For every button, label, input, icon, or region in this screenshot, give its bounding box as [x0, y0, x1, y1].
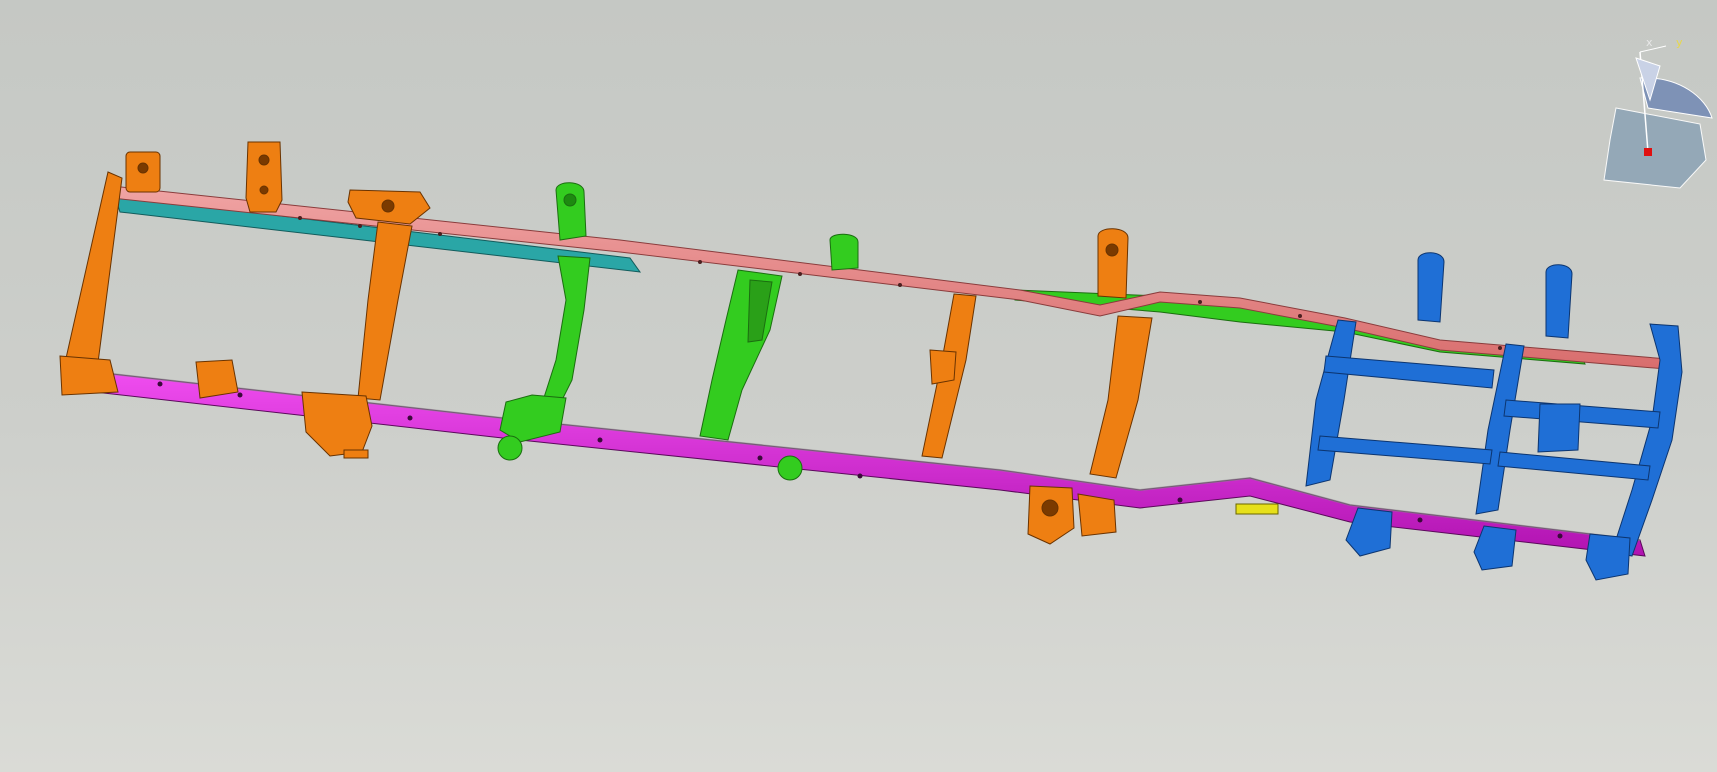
compass-origin-marker	[1644, 148, 1652, 156]
cad-3d-viewport[interactable]: x y	[0, 0, 1717, 772]
rear-subframe-blue[interactable]	[1305, 252, 1683, 581]
crossmember-2-green[interactable]	[497, 182, 591, 461]
compass-y-label: y	[1676, 36, 1683, 49]
chassis-frame-model[interactable]: x y	[0, 0, 1717, 772]
orientation-compass-icon[interactable]: x y	[1603, 36, 1713, 189]
compass-xy-plane	[1603, 107, 1707, 189]
yellow-bracket	[1235, 503, 1279, 515]
front-bumper-crossmember[interactable]	[59, 151, 161, 396]
compass-x-label: x	[1646, 36, 1653, 49]
upper-rail-flange	[111, 185, 1681, 371]
upper-frame-rail[interactable]	[111, 185, 1681, 371]
compass-x-axis	[1639, 45, 1667, 53]
